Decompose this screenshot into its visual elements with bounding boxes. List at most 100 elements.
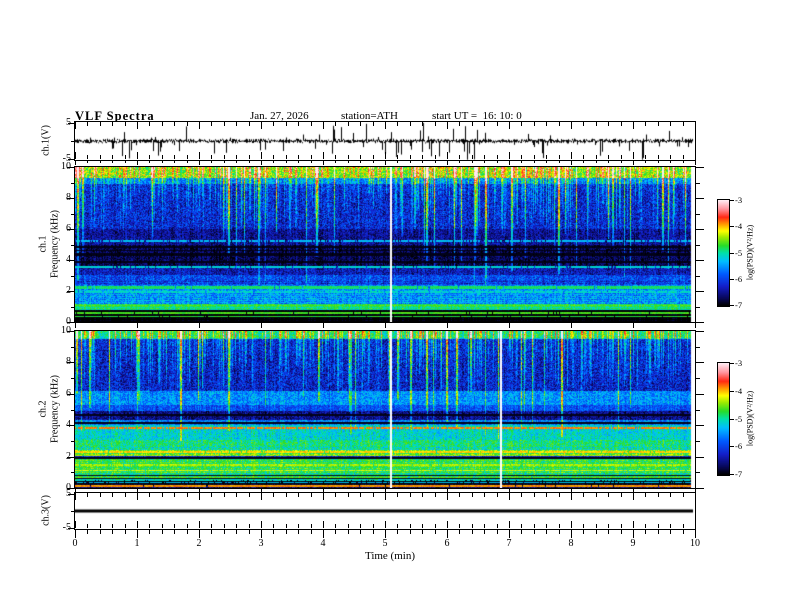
axis-tick — [149, 155, 151, 159]
axis-tick — [509, 161, 510, 165]
axis-tick — [273, 155, 275, 159]
axis-tick — [696, 229, 704, 230]
axis-tick — [161, 161, 163, 163]
axis-tick — [533, 524, 535, 528]
axis-tick — [633, 323, 634, 328]
axis-tick — [360, 161, 362, 163]
axis-tick — [729, 391, 734, 392]
xtick-label: 2 — [196, 538, 202, 549]
axis-tick — [670, 493, 672, 497]
axis-tick — [71, 347, 75, 348]
axis-tick — [620, 524, 622, 528]
axis-tick — [696, 307, 700, 308]
axis-tick — [310, 122, 312, 126]
axis-tick — [112, 122, 114, 126]
axis-tick — [261, 161, 262, 165]
xtick-label: 6 — [444, 538, 450, 549]
axis-tick — [533, 122, 535, 126]
colorbar-ch2-title: log(PSD)(V²/Hz) — [745, 390, 755, 447]
axis-tick — [670, 122, 672, 126]
axis-tick — [372, 122, 374, 126]
axis-tick — [422, 524, 424, 528]
ch1-spectrogram-plot — [75, 167, 695, 322]
axis-tick — [360, 524, 362, 528]
axis-tick — [484, 530, 486, 534]
axis-tick — [347, 155, 349, 159]
axis-tick — [571, 152, 572, 159]
axis-tick — [645, 122, 647, 126]
axis-tick — [397, 122, 399, 126]
axis-tick — [521, 524, 523, 528]
axis-tick — [124, 161, 126, 163]
axis-tick — [261, 493, 262, 500]
axis-tick — [99, 161, 101, 163]
axis-tick — [199, 122, 200, 129]
axis-tick — [422, 161, 424, 163]
axis-tick — [608, 530, 610, 534]
axis-tick — [71, 441, 75, 442]
xtick-label: 3 — [258, 538, 264, 549]
axis-tick — [124, 524, 126, 528]
axis-tick — [521, 155, 523, 159]
axis-tick — [199, 152, 200, 159]
axis-tick — [149, 161, 151, 163]
axis-tick — [323, 493, 324, 500]
axis-tick — [174, 122, 176, 126]
axis-tick — [285, 161, 287, 163]
axis-tick — [71, 378, 75, 379]
axis-tick — [696, 198, 704, 199]
axis-tick — [261, 530, 262, 538]
axis-tick — [199, 161, 200, 165]
axis-tick — [372, 524, 374, 528]
axis-tick — [682, 524, 684, 528]
axis-tick — [112, 161, 114, 163]
axis-tick — [161, 524, 163, 528]
axis-tick — [434, 155, 436, 159]
colorbar-tick-label: -5 — [735, 414, 743, 424]
ytick-label: 6 — [66, 388, 71, 399]
axis-tick — [696, 394, 704, 395]
axis-tick — [696, 276, 700, 277]
axis-tick — [285, 122, 287, 126]
axis-tick — [236, 524, 238, 528]
axis-tick — [571, 493, 572, 500]
axis-tick — [223, 161, 225, 163]
axis-tick — [71, 183, 75, 184]
axis-tick — [149, 530, 151, 534]
axis-tick — [521, 161, 523, 163]
axis-tick — [71, 214, 75, 215]
axis-tick — [583, 161, 585, 163]
axis-tick — [223, 530, 225, 534]
axis-tick — [696, 488, 704, 489]
axis-tick — [385, 122, 386, 129]
axis-tick — [682, 493, 684, 497]
axis-tick — [459, 122, 461, 126]
axis-tick — [372, 161, 374, 163]
ch2-spectrogram-plot — [75, 331, 695, 488]
axis-tick — [645, 493, 647, 497]
axis-tick — [471, 530, 473, 534]
colorbar-tick-label: -4 — [735, 386, 743, 396]
axis-tick — [335, 122, 337, 126]
axis-tick — [323, 161, 324, 165]
axis-tick — [261, 152, 262, 159]
axis-tick — [273, 122, 275, 126]
axis-tick — [729, 446, 734, 447]
axis-tick — [323, 530, 324, 538]
axis-tick — [484, 161, 486, 163]
axis-tick — [459, 493, 461, 497]
axis-tick — [360, 530, 362, 534]
axis-tick — [471, 155, 473, 159]
axis-tick — [595, 122, 597, 126]
axis-tick — [347, 530, 349, 534]
colorbar-ch2-gradient — [718, 363, 729, 475]
axis-tick — [87, 122, 89, 126]
axis-tick — [645, 524, 647, 528]
axis-tick — [99, 122, 101, 126]
axis-tick — [75, 122, 76, 129]
axis-tick — [546, 530, 548, 534]
axis-tick — [137, 323, 138, 328]
axis-tick — [496, 493, 498, 497]
axis-tick — [696, 457, 704, 458]
axis-tick — [447, 323, 448, 328]
